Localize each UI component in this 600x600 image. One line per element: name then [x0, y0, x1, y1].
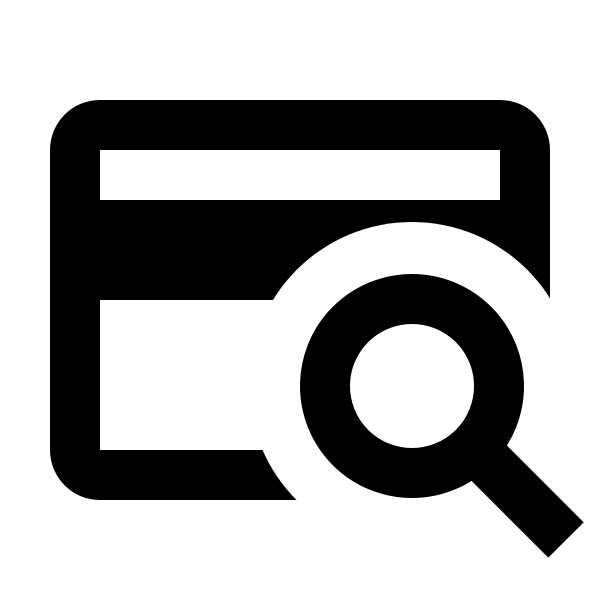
magnifier-handle — [460, 434, 584, 558]
card-search-icon — [50, 100, 584, 558]
magnifier-lens — [300, 274, 524, 498]
icon-canvas — [0, 0, 600, 600]
